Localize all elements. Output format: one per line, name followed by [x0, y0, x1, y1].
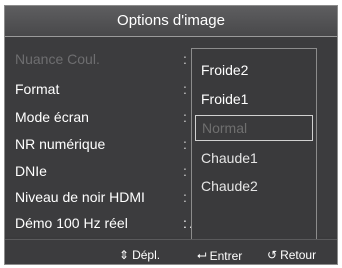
up-down-arrows-icon: ⇕ [119, 248, 130, 262]
dropdown-option-froide1[interactable]: Froide1 [195, 86, 313, 112]
menu-item-mode-ecran[interactable]: Mode écran [15, 109, 89, 125]
dropdown-option-chaude2[interactable]: Chaude2 [195, 173, 313, 199]
menu-value-nr-numerique: : [183, 136, 187, 152]
hint-back: ↺ Retour [267, 248, 316, 262]
dropdown-option-chaude1[interactable]: Chaude1 [195, 145, 313, 171]
color-tone-dropdown[interactable]: Froide2 Froide1 Normal Chaude1 Chaude2 [191, 48, 317, 241]
picture-options-osd: Options d'image Nuance Coul. : Format : … [4, 5, 338, 265]
window-title: Options d'image [5, 6, 337, 37]
menu-item-demo-100hz[interactable]: Démo 100 Hz réel [15, 215, 128, 231]
menu-value-dnie: : [183, 163, 187, 179]
options-list: Nuance Coul. : Format : Mode écran : NR … [5, 37, 337, 241]
hint-back-label: Retour [280, 248, 317, 262]
menu-item-nuance-coul[interactable]: Nuance Coul. [15, 51, 100, 67]
dropdown-option-normal[interactable]: Normal [195, 115, 313, 141]
menu-item-nr-numerique[interactable]: NR numérique [15, 136, 105, 152]
hint-move-label: Dépl. [132, 248, 161, 262]
menu-item-dnie[interactable]: DNIe [15, 163, 47, 179]
dropdown-option-froide2[interactable]: Froide2 [195, 57, 313, 83]
menu-value-format: : [183, 81, 187, 97]
menu-item-format[interactable]: Format [15, 81, 59, 97]
enter-icon: ⮠ [197, 248, 207, 262]
return-icon: ↺ [267, 248, 278, 262]
hint-enter: ⮠ Entrer [197, 248, 242, 263]
menu-value-nuance-coul: : [183, 51, 187, 67]
hint-move: ⇕ Dépl. [119, 248, 160, 262]
hint-enter-label: Entrer [209, 248, 243, 263]
menu-value-mode-ecran: : [183, 109, 187, 125]
footer-hints: ⇕ Dépl. ⮠ Entrer ↺ Retour [5, 239, 337, 264]
menu-item-niveau-noir-hdmi[interactable]: Niveau de noir HDMI [15, 189, 145, 205]
menu-value-niveau-noir-hdmi: : [183, 189, 187, 205]
